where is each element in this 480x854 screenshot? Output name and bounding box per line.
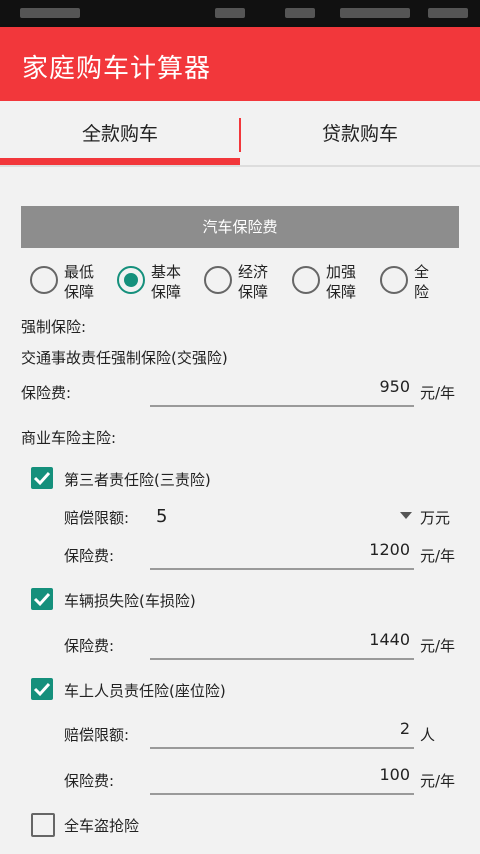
vehicle-loss-fee-label: 保险费:: [64, 637, 115, 655]
plan-label-minimum: 最低 保障: [64, 263, 95, 301]
third-party-limit-unit: 万元: [420, 509, 451, 527]
third-party-limit-label: 赔偿限额:: [64, 509, 130, 527]
carrier-text: [20, 8, 80, 18]
check-icon: [33, 592, 51, 607]
checkbox-theft[interactable]: [31, 813, 55, 837]
app-title: 家庭购车计算器: [22, 54, 212, 84]
compulsory-fee-unit: 元/年: [420, 384, 456, 402]
compulsory-name: 交通事故责任强制保险(交强险): [21, 349, 228, 367]
vehicle-loss-label: 车辆损失险(车损险): [64, 592, 196, 610]
compulsory-fee-label: 保险费:: [21, 384, 72, 402]
tab-divider: [239, 118, 241, 152]
plan-label-economy: 经济 保障: [238, 263, 269, 301]
compulsory-fee-underline: [150, 405, 414, 407]
passenger-limit-underline: [150, 747, 414, 749]
app-bar: 家庭购车计算器: [0, 27, 480, 101]
network-speed-icon: [340, 8, 410, 18]
signal-icon: [215, 8, 245, 18]
passenger-limit-label: 赔偿限额:: [64, 726, 130, 744]
third-party-label: 第三者责任险(三责险): [64, 471, 211, 489]
compulsory-fee-input[interactable]: 950: [150, 377, 410, 396]
battery-icon: [428, 8, 468, 18]
checkbox-passenger[interactable]: [31, 678, 53, 700]
tab-loan-payment[interactable]: 贷款购车: [240, 101, 480, 165]
third-party-fee-underline: [150, 568, 414, 570]
passenger-limit-unit: 人: [420, 726, 436, 744]
check-icon: [33, 682, 51, 697]
third-party-limit-select[interactable]: 5: [156, 506, 167, 527]
theft-label: 全车盗抢险: [64, 817, 140, 835]
plan-label-enhanced: 加强 保障: [326, 263, 357, 301]
checkbox-vehicle-loss[interactable]: [31, 588, 53, 610]
radio-plan-enhanced[interactable]: [292, 266, 320, 294]
commercial-heading: 商业车险主险:: [21, 429, 117, 447]
radio-plan-full[interactable]: [380, 266, 408, 294]
passenger-label: 车上人员责任险(座位险): [64, 682, 226, 700]
passenger-limit-input[interactable]: 2: [150, 719, 410, 738]
third-party-fee-input[interactable]: 1200: [150, 540, 410, 559]
third-party-fee-unit: 元/年: [420, 547, 456, 565]
radio-plan-economy[interactable]: [204, 266, 232, 294]
passenger-fee-underline: [150, 793, 414, 795]
compulsory-heading: 强制保险:: [21, 318, 87, 336]
checkbox-third-party[interactable]: [31, 467, 53, 489]
vehicle-loss-fee-underline: [150, 658, 414, 660]
tab-active-indicator: [0, 158, 240, 165]
plan-label-full: 全 险: [414, 263, 430, 301]
radio-plan-basic[interactable]: [117, 266, 145, 294]
passenger-fee-label: 保险费:: [64, 772, 115, 790]
plan-label-basic: 基本 保障: [151, 263, 182, 301]
vehicle-loss-fee-unit: 元/年: [420, 637, 456, 655]
dropdown-arrow-icon[interactable]: [400, 512, 412, 519]
tab-full-payment[interactable]: 全款购车: [0, 101, 240, 165]
network-icon: [285, 8, 315, 18]
radio-plan-minimum[interactable]: [30, 266, 58, 294]
tab-underline: [0, 165, 480, 167]
status-bar: [0, 0, 480, 27]
vehicle-loss-fee-input[interactable]: 1440: [150, 630, 410, 649]
third-party-fee-label: 保险费:: [64, 547, 115, 565]
passenger-fee-unit: 元/年: [420, 772, 456, 790]
passenger-fee-input[interactable]: 100: [150, 765, 410, 784]
check-icon: [33, 471, 51, 486]
section-header-insurance: 汽车保险费: [21, 206, 459, 248]
